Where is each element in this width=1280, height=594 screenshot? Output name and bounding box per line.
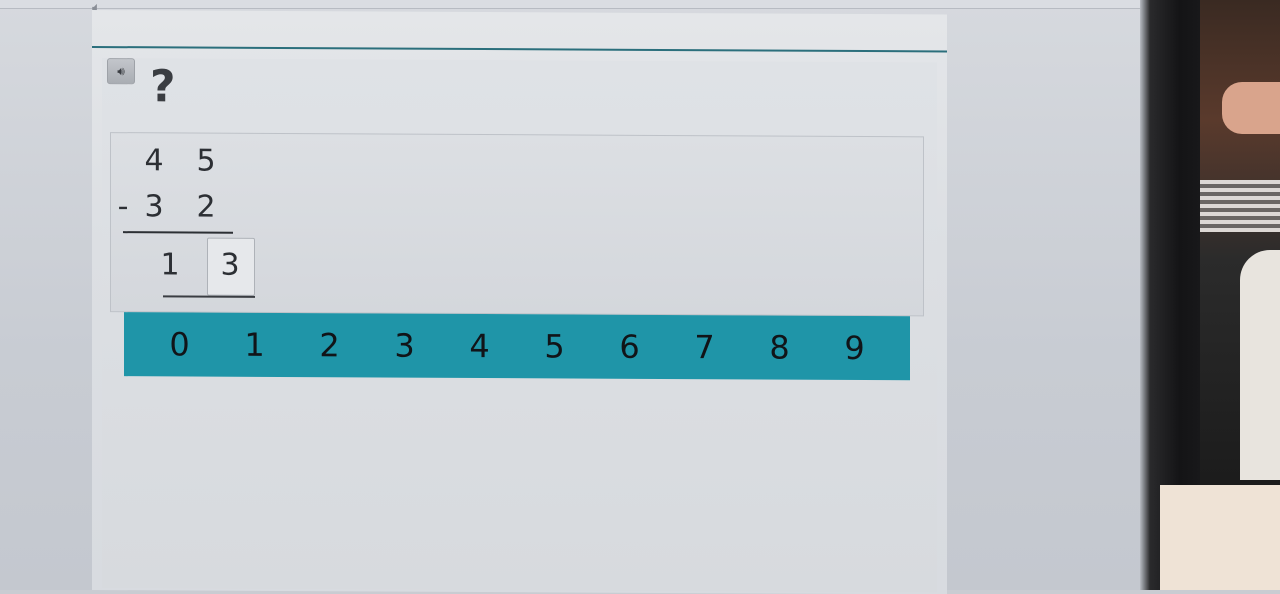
background-shirt (1240, 250, 1280, 480)
minuend-ones: 5 (196, 143, 216, 179)
subtraction-workspace: 4 5 - 3 2 1 3 (110, 132, 924, 317)
speaker-icon: 🔊︎ (117, 64, 125, 79)
read-aloud-button[interactable]: 🔊︎ (107, 58, 135, 85)
top-strip (0, 0, 1145, 9)
digit-key-5[interactable]: 5 (525, 314, 585, 378)
digit-key-7[interactable]: 7 (675, 315, 735, 379)
digit-key-1[interactable]: 1 (225, 313, 285, 377)
digit-key-9[interactable]: 9 (825, 316, 885, 380)
sum-line (123, 231, 233, 234)
background-stripes (1200, 180, 1280, 232)
digit-key-0[interactable]: 0 (150, 312, 210, 376)
answer-underline (163, 295, 255, 298)
subtrahend-ones: 2 (196, 189, 216, 225)
exercise-panel: 🔊︎ ? 4 5 - 3 2 1 3 0 1 2 3 4 5 6 7 8 9 (92, 10, 947, 594)
digit-key-4[interactable]: 4 (450, 314, 510, 378)
question-prompt: ? (150, 61, 176, 113)
monitor-screen: 🔈︎ 🔊︎ ? 4 5 - 3 2 1 3 0 1 2 3 4 5 6 7 8 … (0, 0, 1145, 594)
subtrahend-tens: 3 (144, 189, 164, 225)
header-divider (92, 46, 947, 53)
background-desk (1160, 485, 1280, 590)
answer-tens[interactable]: 1 (155, 247, 185, 283)
digit-key-6[interactable]: 6 (600, 315, 660, 379)
digit-key-8[interactable]: 8 (750, 315, 810, 379)
background-hand (1222, 82, 1280, 134)
answer-ones[interactable]: 3 (215, 248, 245, 284)
minuend-tens: 4 (144, 143, 164, 179)
digit-keypad: 0 1 2 3 4 5 6 7 8 9 (124, 312, 910, 381)
digit-key-2[interactable]: 2 (300, 313, 360, 377)
minus-sign: - (117, 189, 129, 225)
digit-key-3[interactable]: 3 (375, 313, 435, 377)
